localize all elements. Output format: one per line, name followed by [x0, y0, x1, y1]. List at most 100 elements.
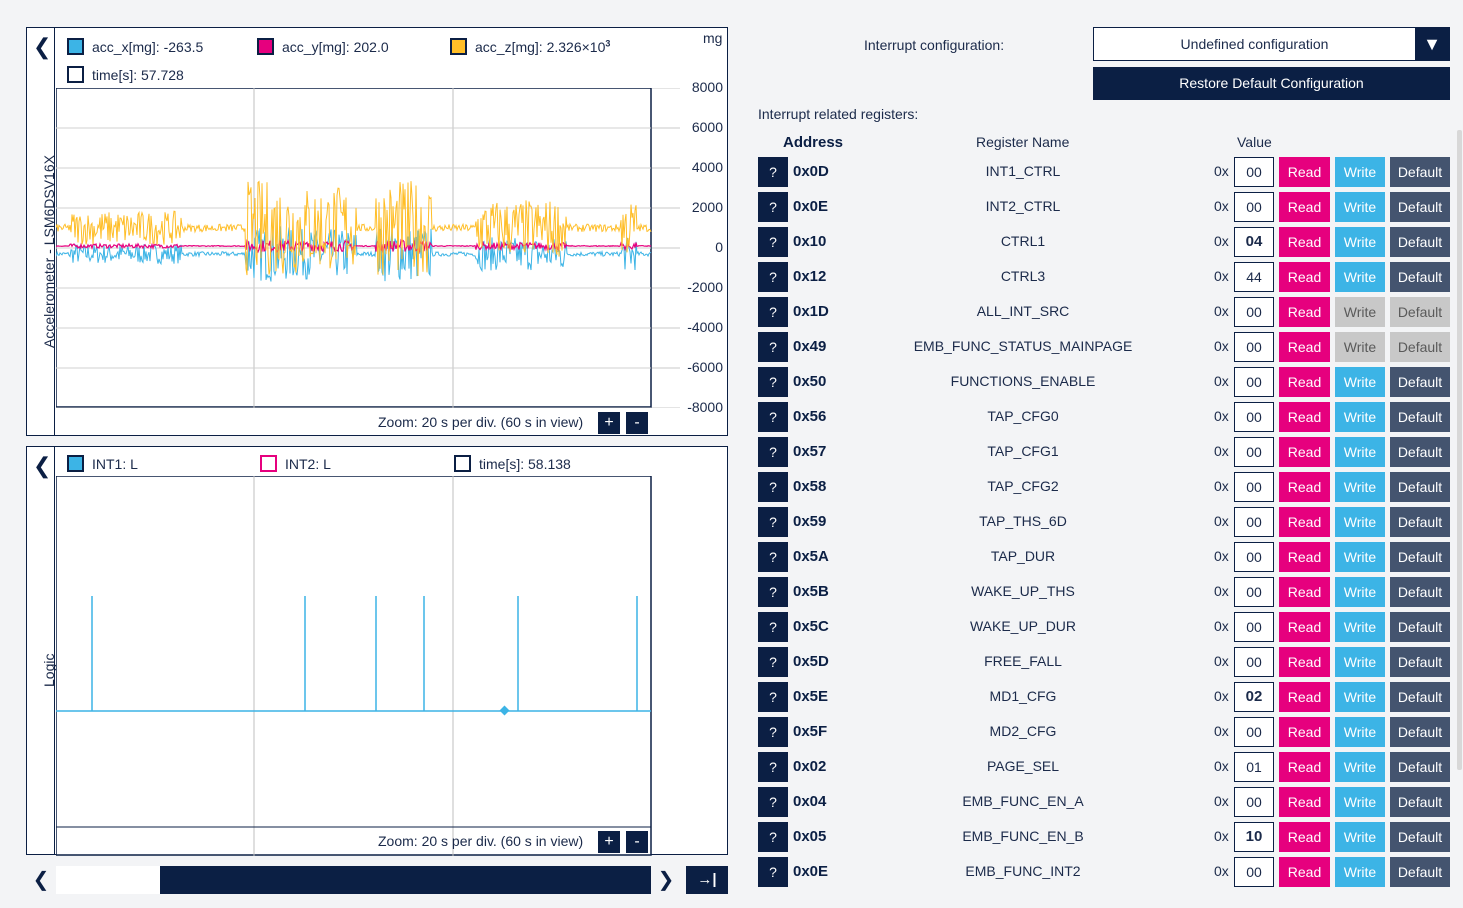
read-button[interactable]: Read — [1279, 612, 1330, 642]
write-button[interactable]: Write — [1335, 192, 1385, 222]
accel-zoom-in-button[interactable]: + — [598, 412, 620, 434]
register-scrollbar[interactable] — [1457, 130, 1462, 770]
register-help-button[interactable]: ? — [758, 822, 788, 852]
write-button[interactable]: Write — [1335, 507, 1385, 537]
dropdown-arrow-icon[interactable]: ▼ — [1415, 28, 1449, 60]
write-button[interactable]: Write — [1335, 717, 1385, 747]
restore-default-button[interactable]: Restore Default Configuration — [1093, 67, 1450, 100]
register-help-button[interactable]: ? — [758, 402, 788, 432]
register-value-input[interactable]: 00 — [1234, 717, 1274, 747]
default-button[interactable]: Default — [1390, 472, 1450, 502]
scroll-thumb[interactable] — [160, 866, 651, 894]
collapse-chevron-icon[interactable]: ❮ — [33, 455, 51, 477]
register-value-input[interactable]: 00 — [1234, 437, 1274, 467]
read-button[interactable]: Read — [1279, 542, 1330, 572]
logic-zoom-out-button[interactable]: - — [626, 831, 648, 853]
write-button[interactable]: Write — [1335, 367, 1385, 397]
legend-acc-y[interactable]: acc_y[mg]: 202.0 — [257, 38, 389, 55]
default-button[interactable]: Default — [1390, 612, 1450, 642]
default-button[interactable]: Default — [1390, 542, 1450, 572]
default-button[interactable]: Default — [1390, 752, 1450, 782]
read-button[interactable]: Read — [1279, 717, 1330, 747]
scroll-track[interactable] — [56, 866, 651, 894]
accel-zoom-out-button[interactable]: - — [626, 412, 648, 434]
default-button[interactable]: Default — [1390, 647, 1450, 677]
register-help-button[interactable]: ? — [758, 297, 788, 327]
register-value-input[interactable]: 00 — [1234, 577, 1274, 607]
read-button[interactable]: Read — [1279, 157, 1330, 187]
read-button[interactable]: Read — [1279, 262, 1330, 292]
read-button[interactable]: Read — [1279, 647, 1330, 677]
register-help-button[interactable]: ? — [758, 507, 788, 537]
write-button[interactable]: Write — [1335, 472, 1385, 502]
read-button[interactable]: Read — [1279, 822, 1330, 852]
register-value-input[interactable]: 00 — [1234, 402, 1274, 432]
register-help-button[interactable]: ? — [758, 857, 788, 887]
default-button[interactable]: Default — [1390, 822, 1450, 852]
default-button[interactable]: Default — [1390, 787, 1450, 817]
default-button[interactable]: Default — [1390, 402, 1450, 432]
register-value-input[interactable]: 00 — [1234, 332, 1274, 362]
scroll-left-button[interactable]: ❮ — [26, 866, 56, 894]
read-button[interactable]: Read — [1279, 507, 1330, 537]
default-button[interactable]: Default — [1390, 192, 1450, 222]
legend-acc-z[interactable]: acc_z[mg]: 2.326×103 — [450, 38, 610, 55]
legend-logic-time[interactable]: time[s]: 58.138 — [454, 455, 571, 472]
read-button[interactable]: Read — [1279, 682, 1330, 712]
logic-zoom-in-button[interactable]: + — [598, 831, 620, 853]
read-button[interactable]: Read — [1279, 472, 1330, 502]
write-button[interactable]: Write — [1335, 857, 1385, 887]
default-button[interactable]: Default — [1390, 717, 1450, 747]
legend-int1[interactable]: INT1: L — [67, 455, 138, 472]
default-button[interactable]: Default — [1390, 577, 1450, 607]
default-button[interactable]: Default — [1390, 227, 1450, 257]
register-value-input[interactable]: 00 — [1234, 542, 1274, 572]
default-button[interactable]: Default — [1390, 367, 1450, 397]
read-button[interactable]: Read — [1279, 402, 1330, 432]
register-help-button[interactable]: ? — [758, 717, 788, 747]
register-help-button[interactable]: ? — [758, 787, 788, 817]
write-button[interactable]: Write — [1335, 227, 1385, 257]
write-button[interactable]: Write — [1335, 647, 1385, 677]
register-value-input[interactable]: 00 — [1234, 787, 1274, 817]
read-button[interactable]: Read — [1279, 857, 1330, 887]
legend-acc-x[interactable]: acc_x[mg]: -263.5 — [67, 38, 203, 55]
register-help-button[interactable]: ? — [758, 437, 788, 467]
register-help-button[interactable]: ? — [758, 332, 788, 362]
read-button[interactable]: Read — [1279, 577, 1330, 607]
write-button[interactable]: Write — [1335, 752, 1385, 782]
register-value-input[interactable]: 00 — [1234, 192, 1274, 222]
read-button[interactable]: Read — [1279, 192, 1330, 222]
register-value-input[interactable]: 10 — [1234, 822, 1274, 852]
register-help-button[interactable]: ? — [758, 647, 788, 677]
register-help-button[interactable]: ? — [758, 157, 788, 187]
register-value-input[interactable]: 44 — [1234, 262, 1274, 292]
legend-time[interactable]: time[s]: 57.728 — [67, 66, 184, 83]
register-value-input[interactable]: 00 — [1234, 647, 1274, 677]
write-button[interactable]: Write — [1335, 437, 1385, 467]
register-value-input[interactable]: 00 — [1234, 472, 1274, 502]
register-value-input[interactable]: 00 — [1234, 612, 1274, 642]
scroll-right-button[interactable]: ❯ — [651, 866, 681, 894]
read-button[interactable]: Read — [1279, 227, 1330, 257]
register-help-button[interactable]: ? — [758, 227, 788, 257]
register-value-input[interactable]: 00 — [1234, 157, 1274, 187]
register-help-button[interactable]: ? — [758, 262, 788, 292]
register-value-input[interactable]: 00 — [1234, 857, 1274, 887]
write-button[interactable]: Write — [1335, 822, 1385, 852]
logic-plot[interactable] — [56, 476, 652, 856]
collapse-chevron-icon[interactable]: ❮ — [33, 36, 51, 58]
accel-plot[interactable] — [56, 88, 652, 408]
register-value-input[interactable]: 01 — [1234, 752, 1274, 782]
register-value-input[interactable]: 04 — [1234, 227, 1274, 257]
register-value-input[interactable]: 02 — [1234, 682, 1274, 712]
default-button[interactable]: Default — [1390, 857, 1450, 887]
read-button[interactable]: Read — [1279, 752, 1330, 782]
write-button[interactable]: Write — [1335, 262, 1385, 292]
write-button[interactable]: Write — [1335, 612, 1385, 642]
write-button[interactable]: Write — [1335, 787, 1385, 817]
default-button[interactable]: Default — [1390, 262, 1450, 292]
default-button[interactable]: Default — [1390, 437, 1450, 467]
register-help-button[interactable]: ? — [758, 682, 788, 712]
default-button[interactable]: Default — [1390, 157, 1450, 187]
